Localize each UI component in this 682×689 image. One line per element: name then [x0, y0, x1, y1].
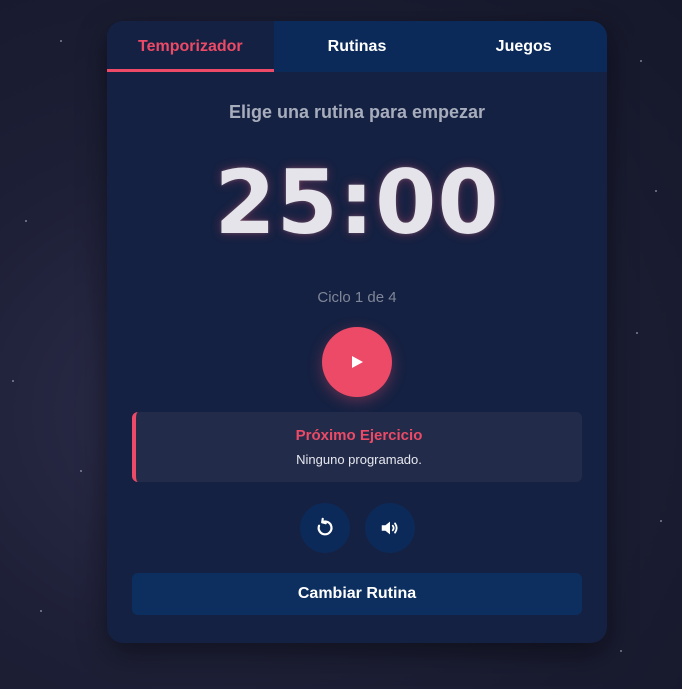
- reset-button[interactable]: [299, 503, 350, 553]
- tab-label: Juegos: [495, 37, 552, 55]
- play-icon: [352, 356, 363, 368]
- control-row: [107, 503, 607, 553]
- next-exercise-title: Próximo Ejercicio: [295, 427, 423, 444]
- tab-temporizador[interactable]: Temporizador: [107, 21, 274, 72]
- play-button[interactable]: [322, 327, 392, 397]
- next-exercise-panel: Próximo Ejercicio Ninguno programado.: [132, 412, 582, 482]
- change-routine-button[interactable]: Cambiar Rutina: [132, 573, 582, 615]
- tab-rutinas[interactable]: Rutinas: [274, 21, 441, 72]
- timer-display: 25:00: [214, 151, 500, 254]
- routine-prompt: Elige una rutina para empezar: [228, 102, 486, 122]
- timer-card: Temporizador Rutinas Juegos Elige una ru…: [107, 21, 607, 643]
- tab-juegos[interactable]: Juegos: [440, 21, 607, 72]
- tab-bar: Temporizador Rutinas Juegos: [107, 21, 607, 72]
- change-routine-label: Cambiar Rutina: [297, 585, 417, 602]
- reset-icon: [317, 517, 333, 536]
- next-exercise-text: Ninguno programado.: [296, 452, 422, 467]
- sound-button[interactable]: [364, 503, 415, 553]
- cycle-counter: Ciclo 1 de 4: [317, 289, 397, 306]
- tab-label: Temporizador: [138, 37, 243, 55]
- tab-label: Rutinas: [327, 37, 387, 55]
- volume-icon: [381, 521, 398, 535]
